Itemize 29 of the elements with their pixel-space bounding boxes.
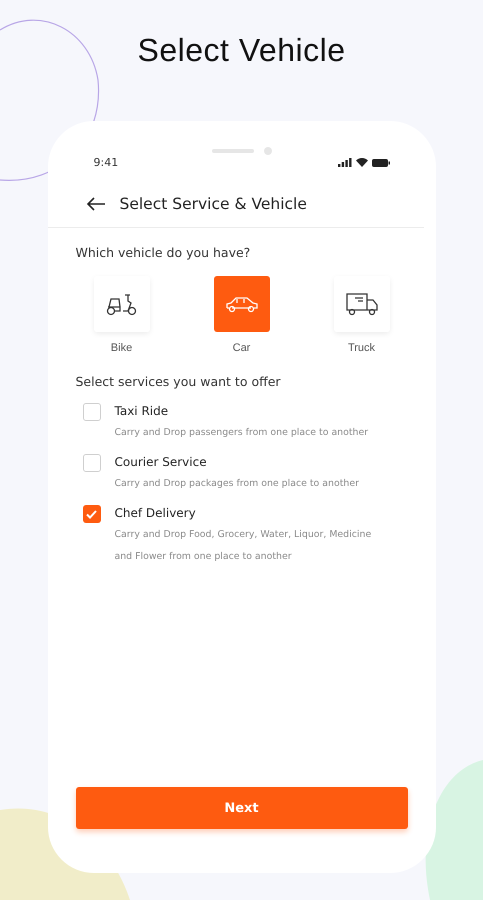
service-checkbox[interactable] xyxy=(82,454,100,472)
status-time: 9:41 xyxy=(94,156,118,169)
vehicle-option[interactable]: Truck xyxy=(334,276,390,354)
vehicle-question: Which vehicle do you have? xyxy=(76,245,252,260)
screen-title: Select Service & Vehicle xyxy=(120,195,307,213)
back-button[interactable] xyxy=(86,197,106,211)
service-description: Carry and Drop passengers from one place to another xyxy=(114,426,370,440)
camera-dot xyxy=(264,147,272,155)
back-arrow-icon xyxy=(86,197,106,211)
services-heading: Select services you want to offer xyxy=(76,374,282,389)
battery-icon xyxy=(372,158,390,166)
truck-icon xyxy=(344,291,378,317)
service-name: Chef Delivery xyxy=(114,506,197,520)
vehicle-label: Car xyxy=(232,342,250,354)
service-description: Carry and Drop Food, Grocery, Water, Liquor, Medicine and Flower from one place to another xyxy=(114,528,372,564)
service-description: Carry and Drop packages from one place to another xyxy=(114,477,360,491)
signal-icon xyxy=(338,158,352,167)
scooter-icon xyxy=(104,292,138,316)
service-checkbox[interactable] xyxy=(82,403,100,421)
vehicle-label: Bike xyxy=(110,342,132,354)
page-headline: Select Vehicle xyxy=(137,32,346,69)
service-checkbox[interactable] xyxy=(82,505,100,523)
checkmark-icon xyxy=(86,510,97,518)
wifi-icon xyxy=(356,158,368,167)
vehicle-option[interactable]: Bike xyxy=(94,276,150,354)
service-name: Taxi Ride xyxy=(114,404,170,418)
service-name: Courier Service xyxy=(114,455,208,469)
vehicle-label: Truck xyxy=(348,342,376,354)
vehicle-option[interactable]: Car xyxy=(214,276,270,354)
